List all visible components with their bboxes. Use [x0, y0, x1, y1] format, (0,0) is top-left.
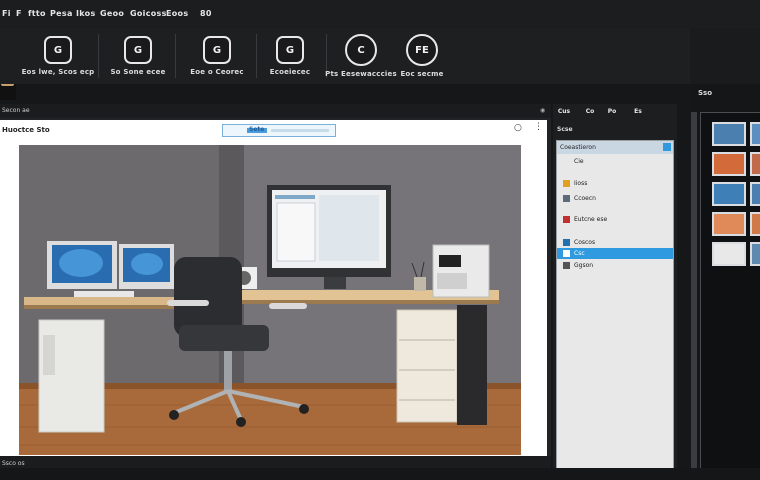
- properties-list-header: Coeastieron: [557, 141, 673, 154]
- list-item-label: Coscos: [574, 239, 596, 246]
- thumbnail[interactable]: [712, 152, 746, 176]
- thumbnail[interactable]: [712, 242, 746, 266]
- menu-item-view[interactable]: Pesa: [50, 9, 73, 18]
- fe-icon: FE: [406, 34, 438, 66]
- gear-icon: G: [203, 36, 231, 64]
- tool-button-6[interactable]: FE Eoc secme: [396, 28, 448, 84]
- bottom-status-strip: [0, 468, 760, 480]
- tool-button-3[interactable]: G Eoe o Ceorec: [180, 28, 254, 84]
- gear-icon: G: [44, 36, 72, 64]
- document-tab-label: Sete: [249, 126, 265, 133]
- tool-label: Ecoeiecec: [269, 68, 311, 76]
- list-item[interactable]: Eutcne ese: [557, 214, 673, 225]
- viewer-status-label: Ssco os: [2, 460, 25, 467]
- list-item-label: Iioss: [574, 180, 588, 187]
- thumbnail[interactable]: [750, 242, 760, 266]
- thumbnail-scrollbar[interactable]: [691, 112, 697, 468]
- menu-dots-icon[interactable]: ⋮: [534, 122, 543, 132]
- main-toolbar: G Eos lwe, Scos ecp G So Sone ecee G Eoe…: [0, 28, 690, 84]
- thumbnail[interactable]: [750, 182, 760, 206]
- props-button-4[interactable]: Es: [629, 108, 647, 122]
- thumbnail-header-label: Sso: [698, 89, 713, 97]
- menu-item-file[interactable]: Fi: [2, 9, 11, 18]
- list-item-label: Cie: [574, 158, 584, 165]
- tab-progress-track: [271, 129, 329, 132]
- properties-list[interactable]: Coeastieron Cie Iioss Ccoecn Eutcne ese …: [556, 140, 674, 470]
- toolbar-divider: [175, 34, 176, 78]
- menu-bar: Fi F ftto Pesa Ikos Geoo Goicoss Eoos 80: [0, 0, 760, 29]
- menu-item-filter[interactable]: Eoos: [166, 9, 188, 18]
- file-icon: [563, 195, 570, 202]
- list-item-label: Ggson: [574, 262, 594, 269]
- tool-label: Pts Eesewacccies: [325, 70, 397, 78]
- tool-label: So Sone ecee: [110, 68, 166, 76]
- toolbar-empty-area: [690, 28, 760, 84]
- globe-icon: C: [345, 34, 377, 66]
- expand-icon[interactable]: [663, 143, 671, 151]
- office-photo: [19, 145, 521, 455]
- menu-item-select[interactable]: Goicoss: [130, 9, 167, 18]
- properties-list-title: Coeastieron: [560, 144, 596, 151]
- thumbnail[interactable]: [750, 122, 760, 146]
- list-item[interactable]: Coscos: [557, 237, 673, 248]
- properties-header: Cus Co Po Es Scse: [553, 104, 677, 140]
- layer-icon: [563, 262, 570, 269]
- thumbnail[interactable]: [750, 212, 760, 236]
- props-sub-label: Scse: [557, 126, 573, 133]
- gear-icon: G: [276, 36, 304, 64]
- list-item-label: Csc: [574, 250, 585, 257]
- office-scene-image: [19, 145, 521, 455]
- tool-button-1[interactable]: G Eos lwe, Scos ecp: [20, 28, 96, 84]
- menu-item-window[interactable]: 80: [200, 9, 212, 18]
- list-item[interactable]: Ccoecn: [557, 193, 673, 204]
- list-item[interactable]: Iioss: [557, 178, 673, 189]
- thumbnail[interactable]: [712, 182, 746, 206]
- list-item-selected[interactable]: Csc: [557, 248, 673, 259]
- list-item-label: Eutcne ese: [574, 216, 608, 223]
- tool-button-5[interactable]: C Pts Eesewacccies: [325, 28, 397, 84]
- toolbar-divider: [98, 34, 99, 78]
- thumbnail-header: Sso: [696, 86, 760, 100]
- props-button-2[interactable]: Co: [581, 108, 599, 122]
- menu-item-edit[interactable]: ftto: [28, 9, 46, 18]
- document-title: Huoctce Sto: [2, 126, 50, 134]
- tool-label: Eoc secme: [400, 70, 444, 78]
- list-item-label: Ccoecn: [574, 195, 596, 202]
- menu-item-layer[interactable]: Geoo: [100, 9, 124, 18]
- alert-icon: [563, 216, 570, 223]
- toolbar-divider: [256, 34, 257, 78]
- menu-item-f[interactable]: F: [16, 9, 22, 18]
- thumbnail[interactable]: [750, 152, 760, 176]
- tool-label: Eoe o Ceorec: [190, 68, 244, 76]
- tool-button-2[interactable]: G So Sone ecee: [102, 28, 174, 84]
- list-item[interactable]: Cie: [557, 156, 673, 167]
- close-icon[interactable]: ◉: [540, 107, 545, 114]
- document-header: Huoctce Sto Sete ○ ⋮: [0, 120, 547, 142]
- folder-icon: [563, 180, 570, 187]
- gear-icon: G: [124, 36, 152, 64]
- list-item[interactable]: Ggson: [557, 260, 673, 271]
- image-icon: [563, 239, 570, 246]
- thumbnail[interactable]: [712, 212, 746, 236]
- viewer-header: Secon ae ◉: [0, 104, 551, 118]
- tool-button-4[interactable]: G Ecoeiecec: [258, 28, 322, 84]
- props-button-1[interactable]: Cus: [555, 108, 573, 122]
- props-button-3[interactable]: Po: [603, 108, 621, 122]
- thumbnail[interactable]: [712, 122, 746, 146]
- image-icon: [563, 250, 570, 257]
- document-tab[interactable]: Sete: [222, 124, 336, 137]
- tool-label: Eos lwe, Scos ecp: [21, 68, 95, 76]
- menu-item-image[interactable]: Ikos: [76, 9, 96, 18]
- search-icon[interactable]: ○: [514, 123, 522, 133]
- viewer-header-label: Secon ae: [2, 107, 30, 114]
